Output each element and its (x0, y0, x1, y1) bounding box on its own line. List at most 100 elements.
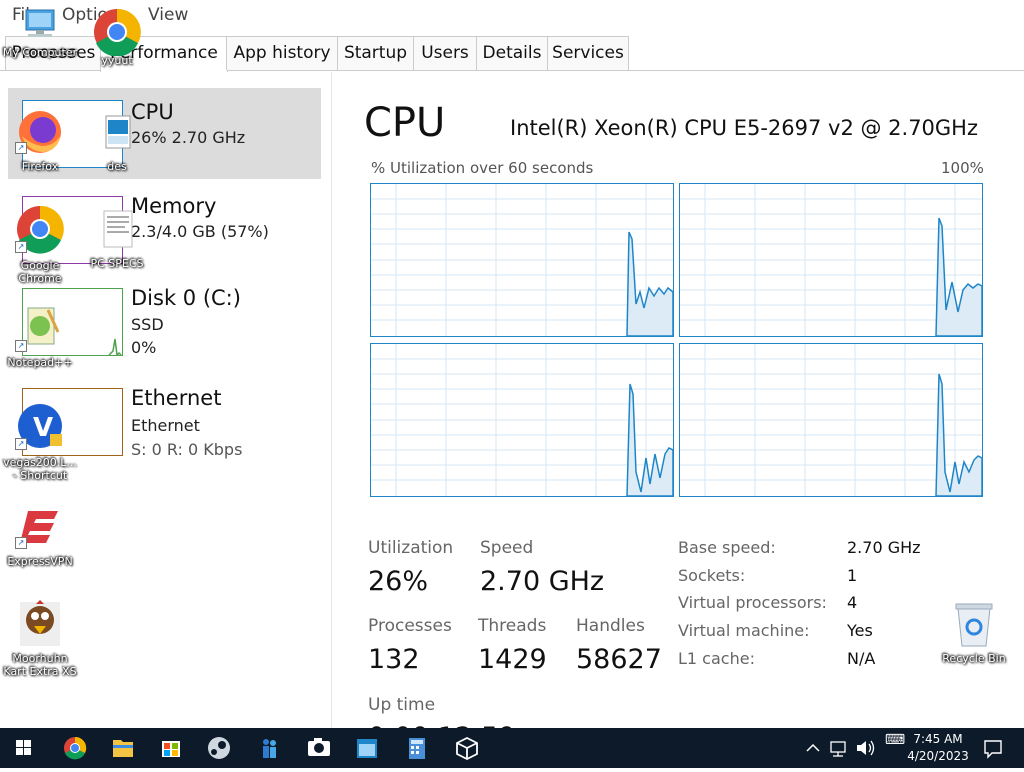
desktop-label-recycle-bin: Recycle Bin (942, 652, 1006, 665)
speed-label: Speed (480, 538, 534, 558)
virtual-machine-value: Yes (847, 621, 873, 640)
camera-icon (308, 738, 330, 756)
desktop-label-my-computer: My Computer (2, 46, 78, 59)
people-icon (263, 739, 276, 758)
folder-icon (113, 740, 133, 757)
base-speed-label: Base speed: (678, 538, 776, 557)
desktop-icon-my-computer[interactable]: My Computer (0, 4, 80, 59)
chrome-icon (64, 736, 87, 760)
chrome-icon (94, 8, 141, 57)
taskbar-camera[interactable] (296, 728, 342, 768)
taskbar-date[interactable]: 4/20/2023 (906, 749, 970, 763)
graph-caption: % Utilization over 60 seconds (371, 159, 594, 177)
sockets-label: Sockets: (678, 566, 746, 585)
cube-icon (456, 736, 478, 761)
utilization-label: Utilization (368, 538, 454, 558)
shortcut-arrow-icon: ↗ (15, 241, 27, 253)
taskbar-calendar[interactable] (344, 728, 390, 768)
virtual-processors-label: Virtual processors: (678, 593, 827, 612)
l1-cache-label: L1 cache: (678, 649, 755, 668)
taskbar-steam[interactable] (196, 728, 242, 768)
disk-item-title: Disk 0 (C:) (131, 286, 241, 310)
moorhuhn-icon (20, 600, 60, 646)
shortcut-arrow-icon: ↗ (15, 340, 27, 352)
sockets-value: 1 (847, 566, 858, 585)
disk-item-usage: 0% (131, 338, 157, 357)
desktop-icon-expressvpn[interactable]: ↗ ExpressVPN (0, 503, 80, 568)
panel-divider (331, 72, 332, 728)
taskbar-chrome[interactable] (52, 728, 98, 768)
virtual-machine-label: Virtual machine: (678, 621, 810, 640)
desktop-label-pc-specs: PC SPECS (90, 257, 144, 270)
tray-network[interactable] (826, 728, 852, 768)
desktop-label-vegas: vegas200.L... - Shortcut (3, 456, 77, 482)
speed-value: 2.70 GHz (480, 566, 605, 597)
calculator-icon (409, 738, 425, 759)
store-icon (162, 741, 180, 757)
taskbar-3d-viewer[interactable] (444, 728, 490, 768)
desktop-icon-recycle-bin[interactable]: Recycle Bin (934, 600, 1014, 665)
desktop-icon-chrome[interactable]: ↗ Google Chrome (0, 203, 80, 285)
windows-logo-icon (16, 740, 31, 755)
desktop-label-expressvpn: ExpressVPN (7, 555, 73, 568)
taskbar-time[interactable]: 7:45 AM (906, 732, 970, 746)
desktop-icon-moorhuhn[interactable]: Moorhuhn Kart Extra XS (0, 598, 80, 678)
cpu-model: Intel(R) Xeon(R) CPU E5-2697 v2 @ 2.70GH… (510, 116, 978, 140)
taskbar-store[interactable] (148, 728, 194, 768)
taskbar: ⌨ 7:45 AM 4/20/2023 (0, 728, 1024, 768)
recycle-bin-icon (955, 603, 993, 647)
desktop-label-notepad: Notepad++ (7, 356, 73, 369)
taskbar-file-explorer[interactable] (100, 728, 146, 768)
handles-value: 58627 (576, 644, 662, 675)
taskbar-calculator[interactable] (394, 728, 440, 768)
taskbar-people-app[interactable] (246, 728, 292, 768)
l1-cache-value: N/A (847, 649, 876, 668)
desktop-icon-vegas[interactable]: V ↗ vegas200.L... - Shortcut (0, 402, 80, 482)
tray-volume[interactable] (852, 728, 878, 768)
cpu-core-graph-2 (370, 343, 674, 497)
handles-label: Handles (576, 616, 645, 636)
processes-label: Processes (368, 616, 452, 636)
desktop-label-firefox: Firefox (21, 160, 59, 173)
tab-startup[interactable]: Startup (337, 36, 414, 70)
threads-label: Threads (478, 616, 547, 636)
ethernet-item-title: Ethernet (131, 386, 222, 410)
desktop-label-chrome: Google Chrome (18, 259, 62, 285)
tray-overflow-button[interactable] (802, 728, 824, 768)
disk-item-type: SSD (131, 315, 164, 334)
utilization-value: 26% (368, 566, 429, 597)
steam-icon (208, 737, 230, 759)
virtual-processors-value: 4 (847, 593, 858, 612)
ethernet-item-name: Ethernet (131, 416, 200, 435)
desktop-icon-des[interactable]: des (77, 110, 157, 173)
cpu-core-graph-3 (679, 343, 983, 497)
desktop-icon-notepad[interactable]: ↗ Notepad++ (0, 302, 80, 369)
ethernet-item-speed: S: 0 R: 0 Kbps (131, 440, 243, 459)
speaker-icon (857, 740, 875, 756)
cpu-core-graph-0 (370, 183, 674, 337)
processes-value: 132 (368, 644, 420, 675)
document-icon (103, 210, 133, 248)
shortcut-arrow-icon: ↗ (15, 537, 27, 549)
action-center-button[interactable] (978, 728, 1008, 768)
graph-max-label: 100% (941, 159, 984, 177)
tab-app-history[interactable]: App history (226, 36, 338, 70)
calendar-icon (357, 739, 377, 758)
notification-icon (984, 740, 1002, 759)
chevron-up-icon (806, 743, 820, 752)
uptime-label: Up time (368, 695, 436, 715)
tab-users[interactable]: Users (413, 36, 477, 70)
page-title: CPU (364, 100, 446, 146)
threads-value: 1429 (478, 644, 547, 675)
start-button[interactable] (0, 728, 46, 768)
desktop-icon-pc-specs[interactable]: PC SPECS (77, 207, 157, 270)
desktop-icon-yyuut[interactable]: yyuut (77, 4, 157, 67)
screenshot-file-icon (105, 115, 131, 149)
shortcut-arrow-icon: ↗ (15, 438, 27, 450)
tab-details[interactable]: Details (476, 36, 548, 70)
tab-services[interactable]: Services (547, 36, 629, 70)
desktop-label-yyuut: yyuut (101, 54, 133, 67)
cpu-core-graph-1 (679, 183, 983, 337)
desktop-icon-firefox[interactable]: ↗ Firefox (0, 108, 80, 173)
shortcut-arrow-icon: ↗ (15, 142, 27, 154)
